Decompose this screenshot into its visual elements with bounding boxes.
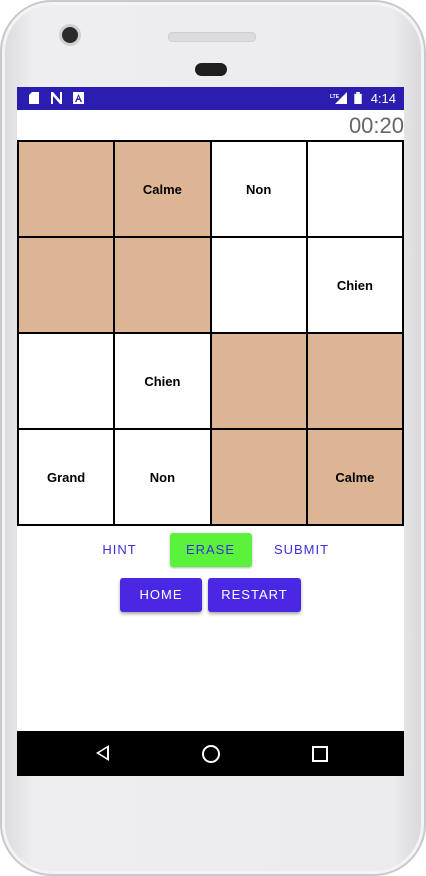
grid-cell[interactable]: Non [114,429,211,525]
hint-button[interactable]: HINT [86,533,154,567]
grid-cell[interactable]: Calme [114,141,211,237]
word-grid: Calme Non Chien Chien Grand Non Calme [17,140,404,526]
grid-cell[interactable] [210,429,307,525]
navigation-row: HOME RESTART [17,578,404,612]
status-time: 4:14 [370,91,396,106]
app-screen: LTE 4:14 00:20 Calme Non Chien Chien Grand No… [17,87,404,776]
proximity-sensor [195,63,227,76]
restart-button[interactable]: RESTART [208,578,301,612]
home-circle-icon[interactable] [202,745,220,763]
grid-cell[interactable]: Chien [306,237,403,333]
grid-cell[interactable] [18,141,115,237]
grid-cell[interactable]: Non [210,141,307,237]
grid-cell[interactable] [114,237,211,333]
battery-icon [354,92,362,104]
earpiece-speaker [168,32,256,42]
grid-cell[interactable] [306,333,403,429]
home-button[interactable]: HOME [120,578,202,612]
grid-cell[interactable] [306,141,403,237]
erase-button[interactable]: ERASE [169,533,252,567]
recent-apps-icon[interactable] [312,746,328,762]
sd-card-icon [29,92,39,104]
a-icon [73,92,84,104]
action-row: HINT ERASE SUBMIT [17,533,404,567]
phone-frame: LTE 4:14 00:20 Calme Non Chien Chien Grand No… [0,0,426,876]
system-nav-bar [17,731,404,776]
grid-cell[interactable]: Chien [114,333,211,429]
grid-cell[interactable]: Grand [18,429,115,525]
submit-button[interactable]: SUBMIT [268,533,336,567]
grid-cell[interactable] [18,237,115,333]
grid-cell[interactable] [18,333,115,429]
status-bar: LTE 4:14 [17,87,404,110]
n-icon [51,92,62,104]
signal-icon [335,92,347,104]
grid-cell[interactable] [210,237,307,333]
game-timer: 00:20 [348,113,404,138]
grid-cell[interactable]: Calme [306,429,403,525]
grid-cell[interactable] [210,333,307,429]
front-camera [62,27,78,43]
